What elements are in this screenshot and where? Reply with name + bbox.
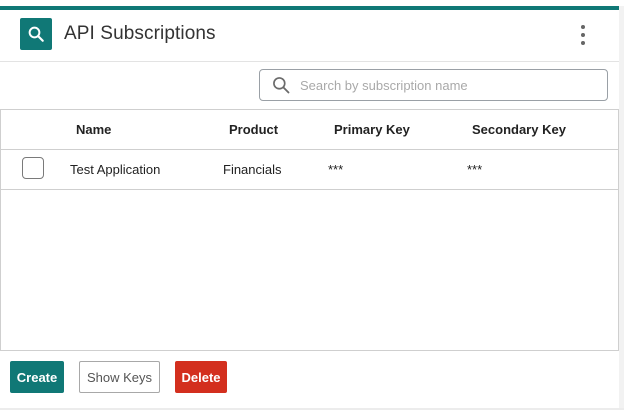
search-field[interactable] — [259, 69, 608, 101]
page-title: API Subscriptions — [64, 23, 216, 44]
cell-primary-key: *** — [328, 162, 344, 177]
search-input[interactable] — [298, 76, 592, 94]
cell-secondary-key: *** — [467, 162, 483, 177]
cell-product: Financials — [223, 162, 282, 177]
subscriptions-table: Name Product Primary Key Secondary Key T… — [0, 109, 619, 351]
api-subscriptions-panel: API Subscriptions Name Product Primary K… — [0, 6, 619, 408]
create-button[interactable]: Create — [10, 361, 64, 393]
cell-name: Test Application — [70, 162, 161, 177]
column-header-primary-key[interactable]: Primary Key — [334, 122, 410, 137]
search-icon — [273, 77, 290, 94]
delete-button[interactable]: Delete — [175, 361, 227, 393]
search-toggle-button[interactable] — [20, 18, 52, 50]
kebab-menu-icon[interactable] — [572, 22, 594, 48]
column-header-product[interactable]: Product — [229, 122, 278, 137]
column-header-secondary-key[interactable]: Secondary Key — [472, 122, 566, 137]
row-checkbox[interactable] — [22, 157, 44, 179]
table-header: Name Product Primary Key Secondary Key — [1, 110, 618, 150]
column-header-name[interactable]: Name — [76, 122, 111, 137]
panel-header: API Subscriptions — [0, 10, 619, 62]
page-edge-shadow — [619, 6, 624, 410]
show-keys-button[interactable]: Show Keys — [79, 361, 160, 393]
search-icon — [28, 26, 44, 42]
table-row[interactable]: Test Application Financials *** *** — [1, 150, 618, 190]
